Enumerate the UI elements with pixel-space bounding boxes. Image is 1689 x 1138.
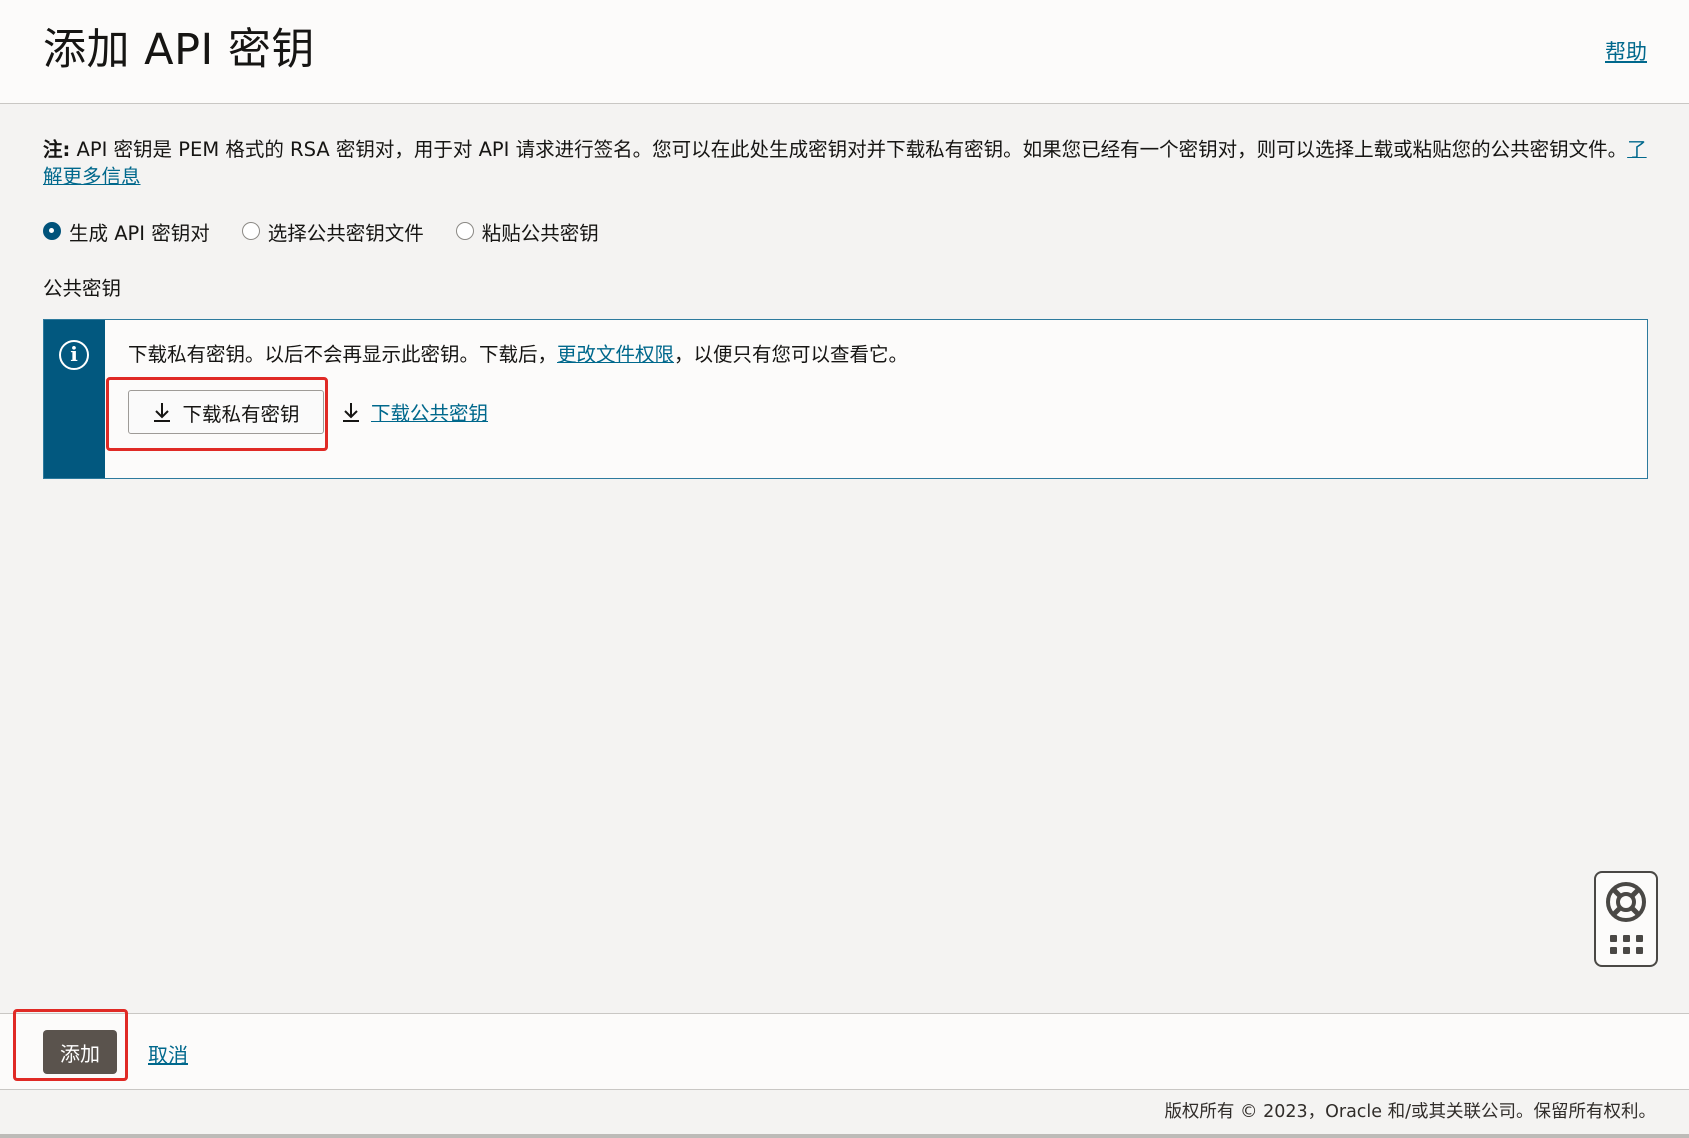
info-text-after: ，以便只有您可以查看它。 <box>674 343 909 366</box>
radio-label-paste: 粘贴公共密钥 <box>481 221 599 245</box>
download-private-key-label: 下载私有密钥 <box>182 402 300 426</box>
radio-choose-public-key-file[interactable]: 选择公共密钥文件 <box>241 217 424 246</box>
key-source-radio-group: 生成 API 密钥对 选择公共密钥文件 粘贴公共密钥 <box>43 216 631 246</box>
note-paragraph: 注: API 密钥是 PEM 格式的 RSA 密钥对，用于对 API 请求进行签… <box>43 136 1648 190</box>
add-button[interactable]: 添加 <box>43 1030 117 1074</box>
note-label: 注: <box>43 138 71 161</box>
radio-paste-public-key[interactable]: 粘贴公共密钥 <box>455 217 599 246</box>
download-public-key-link[interactable]: 下载公共密钥 <box>341 397 488 426</box>
copyright-text: 版权所有 © 2023，Oracle 和/或其关联公司。保留所有权利。 <box>1164 1102 1656 1122</box>
radio-unchecked-icon[interactable] <box>455 222 474 240</box>
note-text: API 密钥是 PEM 格式的 RSA 密钥对，用于对 API 请求进行签名。您… <box>70 138 1628 161</box>
radio-checked-icon[interactable] <box>43 222 61 240</box>
radio-generate-key-pair[interactable]: 生成 API 密钥对 <box>43 217 210 246</box>
page-title: 添加 API 密钥 <box>43 25 315 75</box>
download-private-key-button[interactable]: 下载私有密钥 <box>128 390 324 434</box>
download-icon <box>343 402 359 422</box>
info-icon: i <box>59 340 89 370</box>
bottom-divider <box>0 1134 1689 1138</box>
cancel-link[interactable]: 取消 <box>148 1039 188 1068</box>
help-widget[interactable] <box>1594 871 1658 967</box>
download-public-key-label: 下载公共密钥 <box>371 402 489 425</box>
radio-label-generate: 生成 API 密钥对 <box>69 221 210 245</box>
info-stripe: i <box>44 320 105 478</box>
action-bar: 添加 取消 <box>0 1009 1689 1090</box>
apps-grid-icon <box>1610 935 1643 954</box>
info-text-before: 下载私有密钥。以后不会再显示此密钥。下载后， <box>128 343 558 366</box>
radio-unchecked-icon[interactable] <box>241 222 260 240</box>
download-icon <box>154 403 171 422</box>
download-info-box: i 下载私有密钥。以后不会再显示此密钥。下载后，更改文件权限，以便只有您可以查看… <box>43 319 1648 479</box>
public-key-label: 公共密钥 <box>43 277 122 300</box>
radio-label-choose-file: 选择公共密钥文件 <box>267 221 424 245</box>
change-permissions-link[interactable]: 更改文件权限 <box>557 343 674 366</box>
lifebuoy-icon <box>1606 882 1646 922</box>
page-header: 添加 API 密钥 帮助 <box>0 0 1689 104</box>
help-link[interactable]: 帮助 <box>1605 38 1647 66</box>
info-message: 下载私有密钥。以后不会再显示此密钥。下载后，更改文件权限，以便只有您可以查看它。 <box>128 340 908 370</box>
